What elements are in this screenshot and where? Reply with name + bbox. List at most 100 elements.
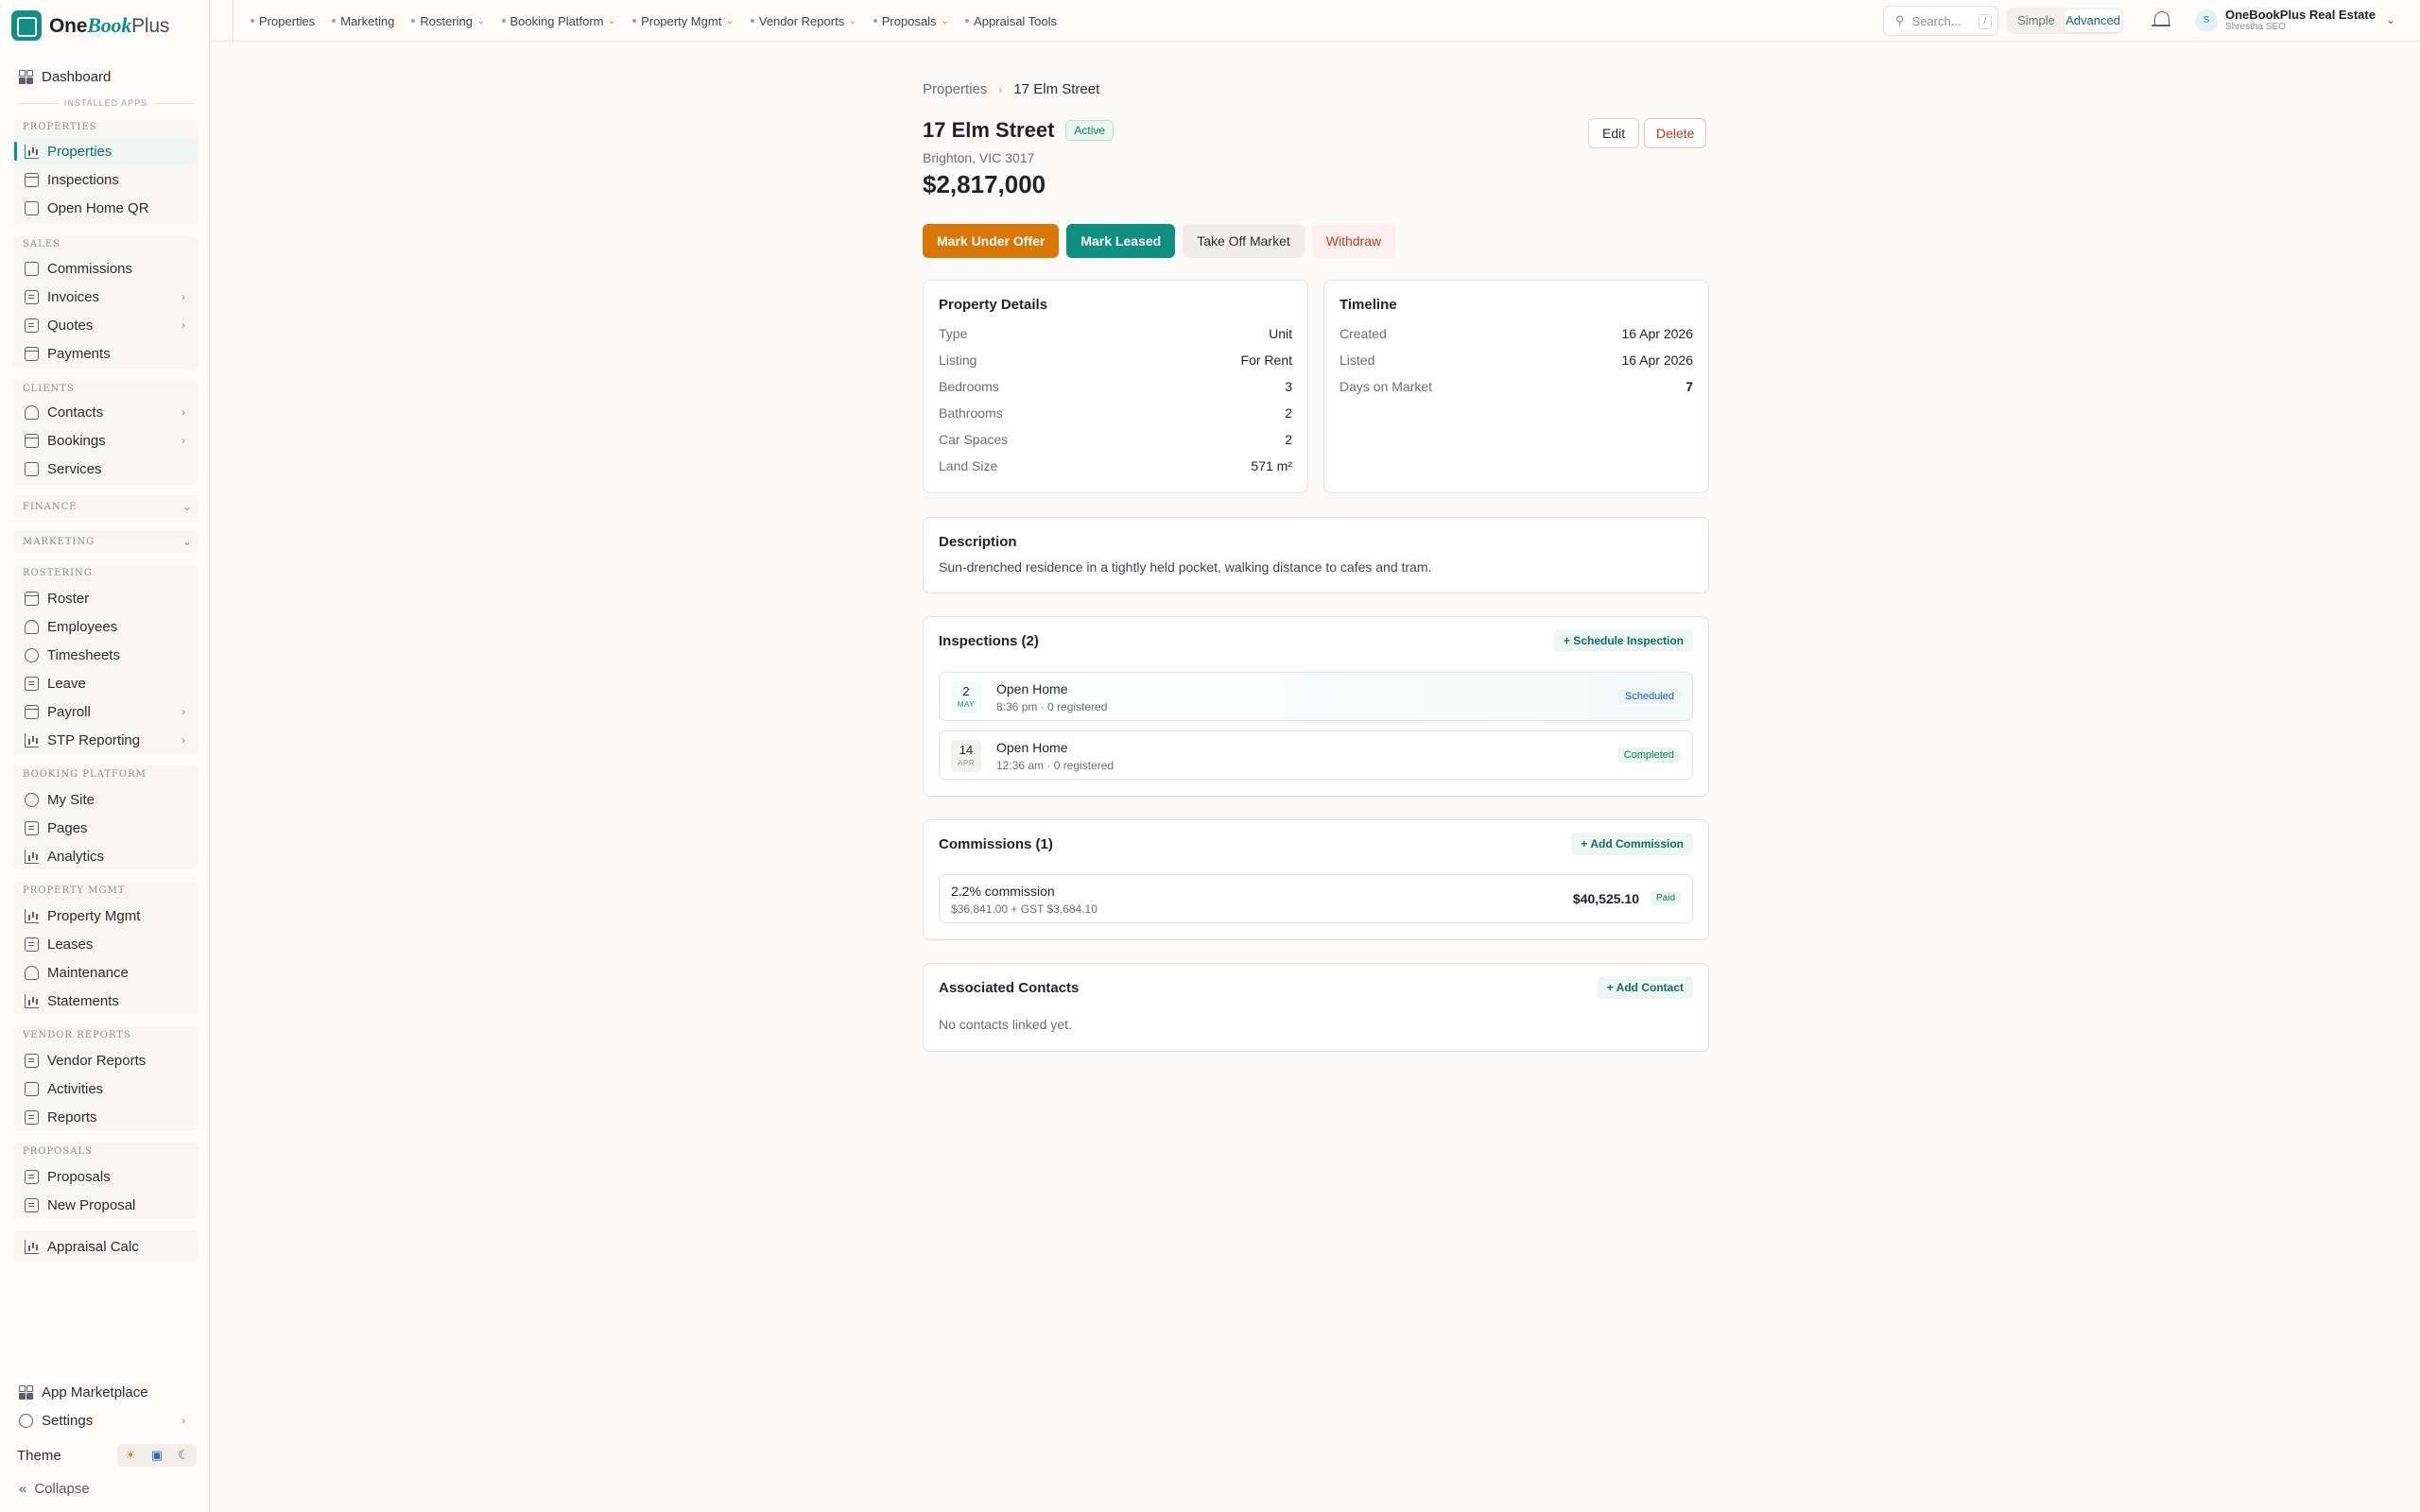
sidebar-item-inspections[interactable]: Inspections bbox=[15, 166, 197, 193]
chevron-down-icon: ⌄ bbox=[608, 15, 616, 26]
calendar-icon bbox=[25, 591, 39, 606]
app-logo[interactable]: OneBookPlus bbox=[11, 9, 169, 43]
withdraw-button[interactable]: Withdraw bbox=[1311, 224, 1396, 258]
sidebar-item-reports[interactable]: Reports bbox=[15, 1104, 197, 1130]
moon-icon[interactable]: ☾ bbox=[178, 1448, 189, 1463]
sidebar-item-property-mgmt[interactable]: Property Mgmt bbox=[15, 902, 197, 929]
topnav-booking-platform[interactable]: Booking Platform ⌄ bbox=[501, 14, 616, 28]
section-clients: CLIENTS bbox=[23, 384, 75, 394]
sidebar-item-payroll[interactable]: Payroll › bbox=[15, 698, 197, 725]
gear-icon bbox=[19, 1413, 33, 1428]
topnav-rostering[interactable]: Rostering ⌄ bbox=[411, 14, 485, 28]
topnav-proposals[interactable]: Proposals ⌄ bbox=[873, 14, 948, 28]
detail-row: Land Size 571 m² bbox=[939, 458, 1292, 473]
add-contact-button[interactable]: + Add Contact bbox=[1597, 976, 1693, 999]
chevron-right-icon: › bbox=[182, 405, 185, 419]
topnav-appraisal-tools[interactable]: Appraisal Tools bbox=[965, 14, 1057, 28]
sidebar-item-activities[interactable]: Activities bbox=[15, 1075, 197, 1102]
edit-button[interactable]: Edit bbox=[1588, 118, 1640, 148]
sidebar-item-new-proposal[interactable]: New Proposal bbox=[15, 1192, 197, 1218]
sidebar-item-statements[interactable]: Statements bbox=[15, 988, 197, 1014]
search-input[interactable]: ⚲ Search... / bbox=[1883, 6, 1998, 36]
chevron-down-icon: ⌄ bbox=[726, 15, 734, 26]
calendar-icon bbox=[25, 172, 39, 187]
sidebar-item-commissions[interactable]: Commissions bbox=[15, 255, 197, 282]
sidebar-item-stp-reporting[interactable]: STP Reporting › bbox=[15, 727, 197, 753]
proposal-icon bbox=[25, 1197, 39, 1212]
topnav-properties[interactable]: Properties bbox=[251, 14, 315, 28]
sidebar-item-open-home-qr[interactable]: Open Home QR bbox=[15, 195, 197, 221]
card-title: Associated Contacts bbox=[939, 980, 1080, 996]
add-commission-button[interactable]: + Add Commission bbox=[1571, 833, 1693, 855]
sidebar-item-analytics[interactable]: Analytics bbox=[15, 843, 197, 869]
sidebar-item-quotes[interactable]: Quotes › bbox=[15, 312, 197, 338]
sidebar-item-roster[interactable]: Roster bbox=[15, 585, 197, 611]
top-nav: Properties Marketing Rostering ⌄ Booking … bbox=[233, 0, 1057, 42]
collapse-button[interactable]: «Collapse bbox=[19, 1481, 90, 1497]
status-actions: Mark Under Offer Mark Leased Take Off Ma… bbox=[923, 224, 1396, 258]
section-finance[interactable]: FINANCE ⌄ bbox=[23, 500, 193, 513]
chart-icon bbox=[25, 849, 39, 864]
dot-icon bbox=[332, 19, 337, 23]
mark-leased-button[interactable]: Mark Leased bbox=[1066, 224, 1176, 258]
delete-button[interactable]: Delete bbox=[1644, 118, 1707, 148]
org-switcher[interactable]: OneBookPlus Real Estate Ag Shrestha SEO … bbox=[2225, 8, 2395, 32]
sidebar-item-timesheets[interactable]: Timesheets bbox=[15, 642, 197, 668]
topnav-marketing[interactable]: Marketing bbox=[332, 14, 394, 28]
sidebar-item-pages[interactable]: Pages bbox=[15, 815, 197, 841]
dot-icon bbox=[750, 19, 754, 23]
monitor-icon[interactable]: ▣ bbox=[151, 1448, 163, 1463]
mark-under-offer-button[interactable]: Mark Under Offer bbox=[923, 224, 1060, 258]
wallet-icon bbox=[25, 704, 39, 719]
schedule-inspection-button[interactable]: + Schedule Inspection bbox=[1553, 629, 1693, 652]
calendar-icon bbox=[25, 433, 39, 448]
sidebar-item-proposals[interactable]: Proposals bbox=[15, 1163, 197, 1190]
sidebar-item-maintenance[interactable]: Maintenance bbox=[15, 959, 197, 986]
briefcase-icon bbox=[25, 461, 39, 476]
take-off-market-button[interactable]: Take Off Market bbox=[1183, 224, 1305, 258]
sidebar-item-leases[interactable]: Leases bbox=[15, 931, 197, 957]
topnav-property-mgmt[interactable]: Property Mgmt ⌄ bbox=[632, 14, 734, 28]
sidebar-item-invoices[interactable]: Invoices › bbox=[15, 284, 197, 310]
chevron-down-icon: ⌄ bbox=[849, 15, 856, 26]
search-shortcut: / bbox=[1979, 14, 1992, 29]
list-item[interactable]: 2 MAY Open Home 8:36 pm · 0 registered Sc… bbox=[939, 672, 1693, 721]
mode-toggle[interactable]: Simple Advanced bbox=[2006, 8, 2123, 34]
section-booking-platform: BOOKING PLATFORM bbox=[23, 769, 147, 780]
app-name: OneBookPlus bbox=[49, 13, 170, 37]
sidebar-item-payments[interactable]: Payments bbox=[15, 340, 197, 367]
mode-simple[interactable]: Simple bbox=[2008, 9, 2065, 32]
timeline-row: Listed 16 Apr 2026 bbox=[1340, 352, 1693, 368]
list-item[interactable]: 14 APR Open Home 12:36 am · 0 registered … bbox=[939, 730, 1693, 780]
breadcrumb: Properties › 17 Elm Street bbox=[923, 81, 1099, 97]
avatar[interactable]: S bbox=[2195, 9, 2218, 32]
description-text: Sun-drenched residence in a tightly held… bbox=[939, 559, 1432, 575]
breadcrumb-properties[interactable]: Properties bbox=[923, 81, 987, 97]
chevron-down-icon: ⌄ bbox=[2385, 13, 2395, 26]
sidebar-item-appraisal-calc[interactable]: Appraisal Calc bbox=[15, 1233, 197, 1260]
card-icon bbox=[25, 346, 39, 361]
sidebar-item-my-site[interactable]: My Site bbox=[15, 786, 197, 813]
sidebar-item-employees[interactable]: Employees bbox=[15, 613, 197, 640]
sidebar-item-bookings[interactable]: Bookings › bbox=[15, 427, 197, 454]
sidebar-item-settings[interactable]: Settings › bbox=[15, 1407, 197, 1434]
card-title: Commissions (1) bbox=[939, 836, 1053, 852]
building-icon bbox=[25, 144, 39, 159]
sun-icon[interactable]: ☀ bbox=[125, 1448, 136, 1463]
theme-row: Theme ☀ ▣ ☾ bbox=[17, 1444, 197, 1467]
status-badge: Scheduled bbox=[1618, 689, 1681, 704]
mode-advanced[interactable]: Advanced bbox=[2065, 9, 2121, 32]
list-item[interactable]: 2.2% commission $36,841.00 + GST $3,684.… bbox=[939, 874, 1693, 923]
sidebar-item-contacts[interactable]: Contacts › bbox=[15, 399, 197, 425]
section-marketing[interactable]: MARKETING ⌄ bbox=[23, 535, 193, 548]
sidebar-item-services[interactable]: Services bbox=[15, 455, 197, 482]
section-vendor-reports: VENDOR REPORTS bbox=[23, 1030, 131, 1040]
topnav-vendor-reports[interactable]: Vendor Reports ⌄ bbox=[750, 14, 856, 28]
sidebar-item-app-marketplace[interactable]: App Marketplace bbox=[15, 1379, 197, 1405]
theme-toggle[interactable]: ☀ ▣ ☾ bbox=[117, 1444, 197, 1467]
sidebar-item-vendor-reports[interactable]: Vendor Reports bbox=[15, 1047, 197, 1074]
sidebar-item-dashboard[interactable]: Dashboard bbox=[15, 63, 197, 90]
bell-icon[interactable] bbox=[2152, 9, 2170, 30]
sidebar-item-properties[interactable]: Properties bbox=[14, 138, 197, 164]
sidebar-item-leave[interactable]: Leave bbox=[15, 670, 197, 696]
